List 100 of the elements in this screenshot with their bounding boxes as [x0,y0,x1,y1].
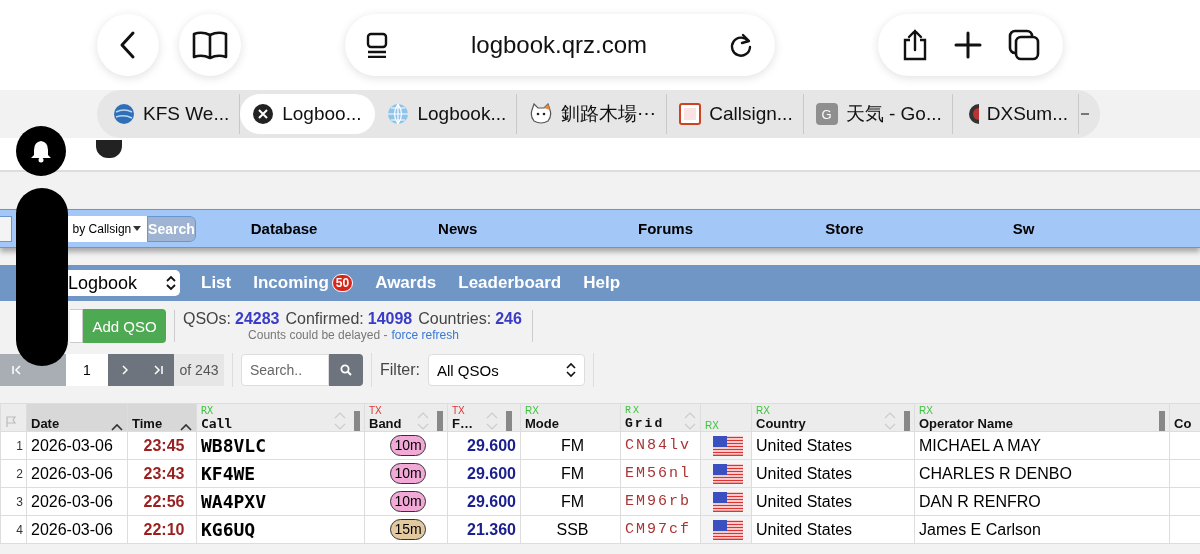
column-header[interactable]: TX F… [447,403,521,432]
table-cell: 21.360 [447,515,521,544]
table-cell: 29.600 [447,487,521,516]
table-cell: EM96rb [620,487,701,516]
count-badge: 50 [331,274,354,292]
resize-handle[interactable] [1159,411,1165,431]
flag-icon [713,463,743,484]
first-icon [11,365,22,375]
chevron-right-icon [121,365,128,375]
column-header[interactable]: RX Country [751,403,915,432]
globe-icon [113,103,135,125]
divider-mark [1081,113,1090,115]
rx-tag: RX [201,405,332,416]
band-tag: 10m [390,463,426,484]
browser-tab[interactable]: 釧路木場⋯ [517,94,668,134]
row-number: 1 [0,431,27,460]
table-cell: 2026-03-06 [26,459,128,488]
table-cell: 2026-03-06 [26,487,128,516]
column-header[interactable]: TX Band [364,403,448,432]
flag-icon [713,491,743,512]
row-number: 3 [0,487,27,516]
caret-icon [133,225,142,232]
nav-link[interactable]: Store [825,220,1013,237]
stat-label: Countries: [418,310,492,328]
resize-handle[interactable] [506,411,512,431]
table-cell: CM97cf [620,515,701,544]
reload-icon[interactable] [729,32,753,58]
rx-tag: RX [919,405,1151,416]
sort-ascending-icon [180,423,192,431]
filter-dropdown[interactable]: All QSOs [428,354,585,386]
cat-icon [529,103,554,125]
page-count: of 243 [174,354,224,386]
qrz-logo-icon [679,103,702,125]
band-tag: 15m [390,519,426,540]
table-cell: 2026-03-06 [26,515,128,544]
table-cell: SSB [520,515,621,544]
flag-icon [713,519,743,540]
rx-tag: RX [625,405,682,416]
table-cell: 29.600 [447,431,521,460]
column-header[interactable]: RX Operator Name [914,403,1170,432]
band-tag: 10m [390,435,426,456]
last-icon [152,365,163,375]
resize-handle[interactable] [354,411,360,431]
bell-icon [30,139,52,163]
tabs-button[interactable] [1008,29,1041,61]
plus-icon [954,31,983,59]
nav-link[interactable]: Forums [638,220,826,237]
back-button[interactable] [97,14,159,76]
last-page-button[interactable] [141,354,174,386]
table-cell: 2026-03-06 [26,431,128,460]
notification-button[interactable] [16,126,66,176]
search-type-dropdown[interactable]: by Callsign [65,215,148,242]
browser-tab[interactable]: KFS We... [101,94,241,134]
table-cell: United States [751,431,915,460]
table-cell: 29.600 [447,459,521,488]
callsign-cell: KG6UQ [196,515,365,544]
logbook-select[interactable]: Logbook [68,270,180,296]
book-icon [192,30,228,60]
url-text: logbook.qrz.com [470,31,648,59]
column-header[interactable]: Co [1169,403,1200,432]
table-cell: FM [520,487,621,516]
address-bar[interactable]: logbook.qrz.com [345,14,775,76]
column-header[interactable]: RX Call [196,403,365,432]
browser-tab[interactable]: G 天気 - Go... [803,94,953,134]
bookmarks-button[interactable] [179,14,241,76]
table-cell: CN84lv [620,431,701,460]
table-cell: CHARLES R DENBO [914,459,1170,488]
table-cell: MICHAEL A MAY [914,431,1170,460]
browser-tab[interactable]: Callsign... [667,94,804,134]
nav-link[interactable]: News [438,220,639,237]
table-cell: 23:43 [127,459,197,488]
band-tag: 10m [390,491,426,512]
first-page-button[interactable] [0,354,33,386]
tx-tag: TX [452,405,484,416]
resize-handle[interactable] [437,411,443,431]
page-number-field[interactable]: 1 [66,354,108,386]
resize-handle[interactable] [904,411,910,431]
nav-link[interactable]: Database [250,220,439,237]
stat-label: Confirmed: [285,310,364,328]
column-header[interactable]: RX Grid [620,403,701,432]
letter-icon: G [815,103,838,125]
table-cell: FM [520,431,621,460]
dark-shape [96,140,122,158]
page-menu-icon[interactable] [365,32,389,58]
close-icon[interactable] [252,103,275,125]
column-header[interactable]: Time [127,403,197,432]
column-header[interactable]: Date [26,403,128,432]
nav-link[interactable]: Sw [1012,220,1200,237]
tabs-icon [1008,29,1041,61]
force-refresh-link[interactable]: force refresh [391,328,459,342]
table-cell: EM56nl [620,459,701,488]
row-number: 2 [0,459,27,488]
column-header[interactable]: RX Mode [520,403,621,432]
new-tab-button[interactable] [954,31,983,59]
search-field[interactable] [0,215,12,242]
browser-tab[interactable]: Logboo... [240,94,376,134]
search-button[interactable] [329,354,363,386]
browser-tab[interactable]: Logbook... [375,94,518,134]
callsign-cell: WB8VLC [196,431,365,460]
browser-tab[interactable]: DXSum... [952,94,1080,134]
